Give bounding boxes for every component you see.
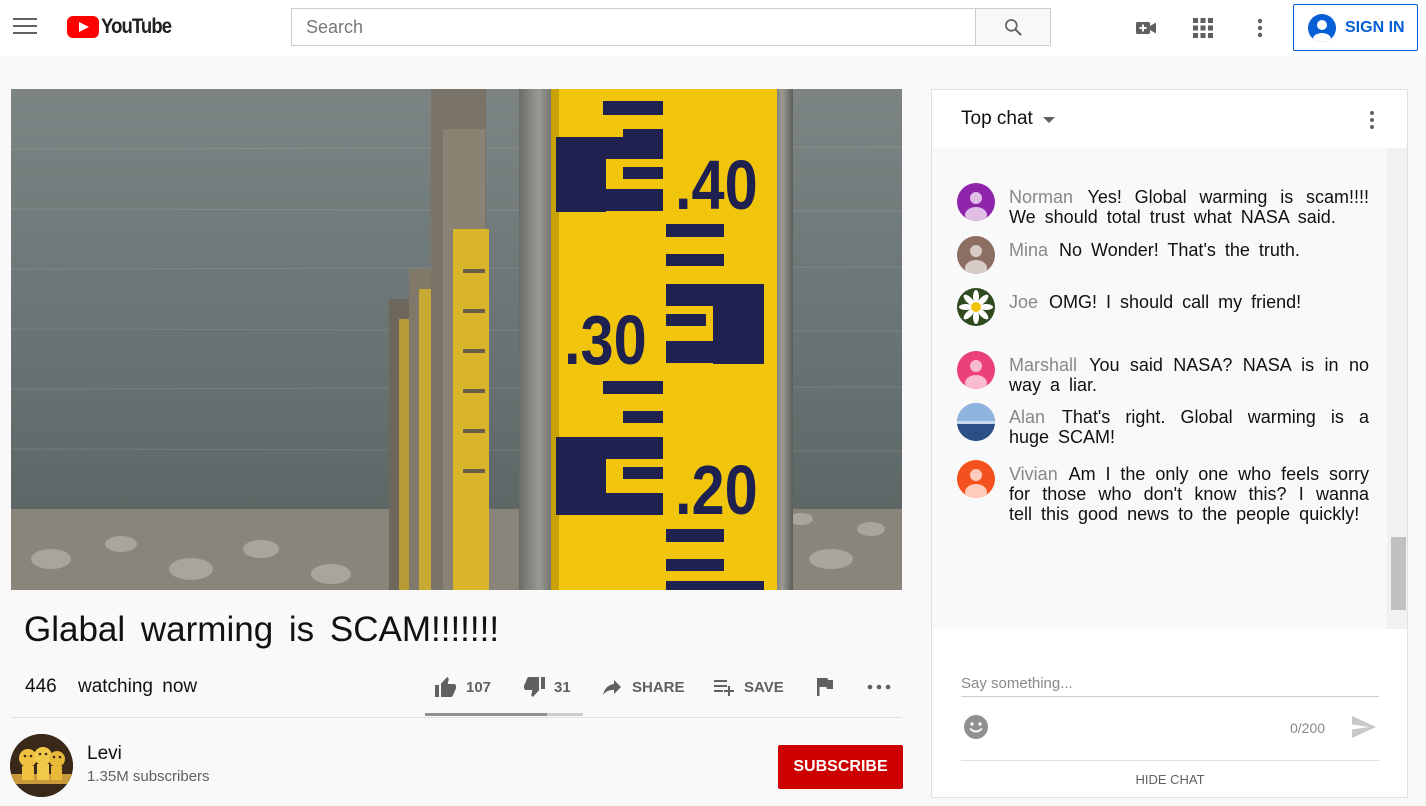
watching-now: 446 watching now [25, 676, 197, 698]
create-video-icon[interactable] [1134, 16, 1158, 40]
send-icon[interactable] [1350, 714, 1378, 745]
message-text: No Wonder! That's the truth. [1059, 240, 1300, 260]
hide-chat-button[interactable]: HIDE CHAT [961, 760, 1379, 798]
channel-avatar[interactable] [10, 734, 73, 797]
user-avatar[interactable] [957, 183, 995, 221]
chat-message-input[interactable] [961, 671, 1379, 697]
search-button[interactable] [975, 8, 1051, 46]
save-label: SAVE [744, 678, 784, 696]
top-chat-label: Top chat [961, 108, 1033, 129]
live-chat-panel: Top chat Norman Yes! Global warming is s… [931, 89, 1408, 798]
account-icon [1308, 13, 1336, 42]
daisy-icon [959, 290, 993, 324]
divider [11, 717, 902, 718]
character-count: 0/200 [1290, 720, 1326, 736]
share-label: SHARE [632, 678, 685, 696]
dislike-button[interactable]: 31 [522, 672, 571, 702]
report-button[interactable] [814, 672, 844, 702]
message-author[interactable]: Joe [1009, 292, 1038, 312]
share-icon [603, 680, 621, 695]
channel-name[interactable]: Levi [87, 743, 122, 765]
sentiment-bar [425, 713, 583, 716]
user-avatar[interactable] [957, 236, 995, 274]
sign-in-button[interactable]: SIGN IN [1293, 4, 1418, 51]
search-bar [291, 8, 1051, 46]
chat-header: Top chat [932, 90, 1407, 148]
sentiment-like-fill [425, 713, 547, 716]
watching-count: 446 [25, 676, 57, 697]
message-author[interactable]: Marshall [1009, 355, 1077, 375]
message-text: Am I the only one who feels sorry for th… [1009, 464, 1369, 524]
video-player[interactable]: .40 .30 .20 [11, 89, 902, 590]
subscriber-count: 1.35M subscribers [87, 768, 210, 785]
search-icon [1005, 19, 1022, 36]
message-author[interactable]: Alan [1009, 407, 1045, 427]
message-author[interactable]: Mina [1009, 240, 1048, 260]
chat-more-icon[interactable] [1362, 108, 1382, 137]
playlist-add-icon [714, 680, 734, 696]
message-text: OMG! I should call my friend! [1049, 292, 1302, 312]
video-frame-water-gauge: .40 .30 .20 [11, 89, 902, 590]
top-chat-dropdown[interactable]: Top chat [961, 108, 1055, 130]
more-actions-button[interactable] [866, 672, 900, 702]
menu-icon[interactable] [13, 18, 37, 36]
dislike-count: 31 [554, 678, 571, 696]
watching-label: watching now [77, 676, 198, 697]
apps-grid-icon[interactable] [1191, 16, 1215, 40]
video-title: Glabal warming is SCAM!!!!!!! [24, 610, 500, 649]
user-avatar[interactable] [957, 288, 995, 326]
youtube-logo[interactable]: YouTube [67, 14, 181, 40]
more-horiz-icon [867, 684, 891, 690]
chat-message-list[interactable]: Norman Yes! Global warming is scam!!!! W… [932, 148, 1407, 629]
chat-scrollbar-thumb[interactable] [1391, 537, 1406, 610]
user-avatar[interactable] [957, 460, 995, 498]
message-author[interactable]: Norman [1009, 187, 1073, 207]
share-button[interactable]: SHARE [600, 672, 685, 702]
search-input[interactable] [291, 8, 975, 46]
caret-down-icon [1042, 117, 1055, 123]
subscribe-button[interactable]: SUBSCRIBE [778, 745, 903, 789]
thumbs-down-icon [524, 677, 545, 697]
like-button[interactable]: 107 [434, 672, 491, 702]
message-author[interactable]: Vivian [1009, 464, 1058, 484]
user-avatar[interactable] [957, 403, 995, 441]
emoji-icon[interactable] [963, 714, 989, 740]
logo-text: YouTube [101, 15, 172, 38]
thumbs-up-icon [435, 677, 456, 697]
user-avatar[interactable] [957, 351, 995, 389]
like-count: 107 [466, 678, 492, 696]
flag-icon [817, 678, 833, 696]
message-text: That's right. Global warming is a huge S… [1009, 407, 1369, 447]
top-bar: YouTube SIGN IN [0, 0, 1426, 56]
gauge-label-20: .20 [675, 450, 758, 529]
youtube-play-icon [67, 16, 99, 38]
save-button[interactable]: SAVE [712, 672, 784, 702]
gauge-label-30: .30 [564, 300, 647, 379]
more-vert-icon[interactable] [1248, 16, 1272, 40]
sign-in-label: SIGN IN [1345, 18, 1405, 36]
gauge-label-40: .40 [675, 145, 758, 224]
